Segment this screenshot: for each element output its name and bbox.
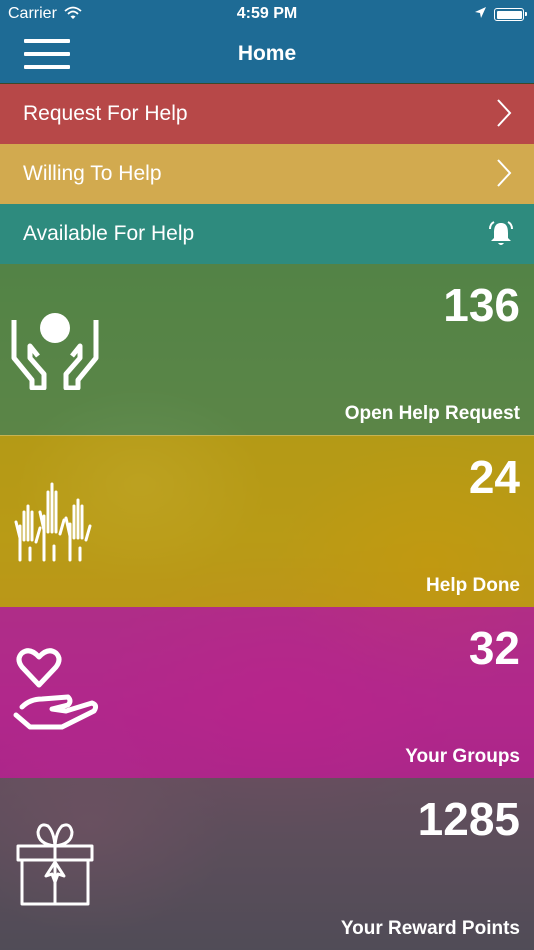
open-help-request-caption: Open Help Request [344, 403, 520, 424]
your-groups-caption: Your Groups [405, 746, 520, 767]
your-reward-points-tile[interactable]: 1285 Your Reward Points [0, 778, 534, 950]
request-for-help-label: Request For Help [23, 102, 188, 125]
home-screen: Carrier 4:59 PM Home Request For Help Wi… [0, 0, 534, 950]
top-bar: Carrier 4:59 PM Home [0, 0, 534, 83]
location-arrow-icon [474, 6, 487, 24]
help-done-tile[interactable]: 24 Help Done [0, 435, 534, 607]
help-done-count: 24 [468, 451, 520, 503]
bell-ringing-icon[interactable] [486, 219, 516, 255]
status-bar: Carrier 4:59 PM [0, 0, 534, 30]
your-reward-points-caption: Your Reward Points [340, 918, 520, 939]
your-reward-points-count: 1285 [417, 793, 520, 845]
available-for-help-row[interactable]: Available For Help [0, 204, 534, 264]
chevron-right-icon [496, 158, 512, 194]
status-time: 4:59 PM [236, 5, 298, 22]
page-title: Home [237, 42, 297, 65]
stats-panel: 136 Open Help Request 24 Help Done 32 Yo… [0, 264, 534, 950]
help-done-caption: Help Done [426, 575, 520, 596]
your-groups-count: 32 [468, 622, 520, 674]
battery-icon [494, 8, 527, 21]
gift-box-icon [16, 818, 96, 913]
request-for-help-row[interactable]: Request For Help [0, 84, 534, 144]
hands-holding-icon [10, 308, 100, 395]
available-for-help-label: Available For Help [23, 222, 195, 245]
willing-to-help-label: Willing To Help [23, 162, 162, 185]
your-groups-tile[interactable]: 32 Your Groups [0, 607, 534, 778]
willing-to-help-row[interactable]: Willing To Help [0, 144, 534, 204]
open-help-request-tile[interactable]: 136 Open Help Request [0, 264, 534, 435]
chevron-right-icon [496, 98, 512, 134]
heart-in-hand-icon [12, 645, 100, 740]
raised-hands-icon [14, 476, 98, 567]
open-help-request-count: 136 [443, 279, 520, 331]
